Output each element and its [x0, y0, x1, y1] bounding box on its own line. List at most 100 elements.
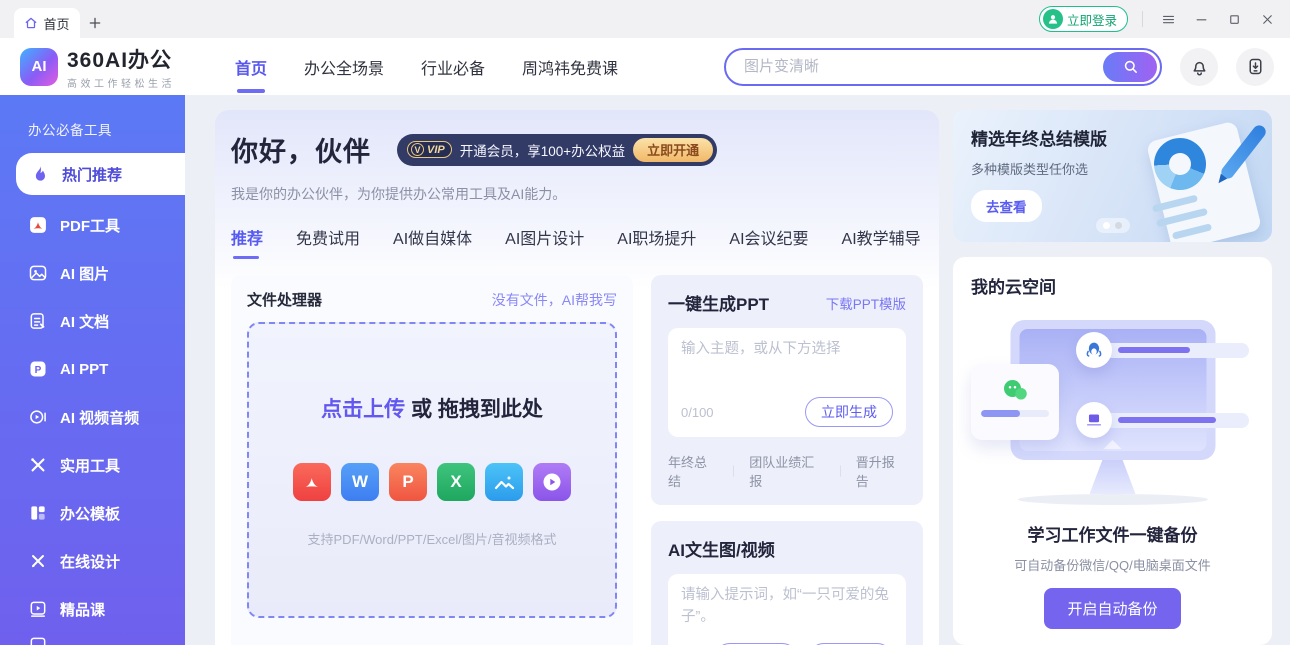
generator-column: 一键生成PPT 下载PPT模版 0/100 立即生成	[651, 275, 923, 645]
backup-progress-bar	[1104, 413, 1249, 428]
upload-dropzone[interactable]: 点击上传或 拖拽到此处 W P X	[247, 322, 617, 618]
notifications-button[interactable]	[1180, 48, 1218, 86]
nav-item-free-course[interactable]: 周鸿祎免费课	[522, 49, 618, 85]
carousel-dot-active[interactable]	[1103, 222, 1110, 229]
flame-icon	[30, 164, 50, 184]
svg-text:P: P	[35, 365, 42, 376]
carousel-dot[interactable]	[1115, 222, 1122, 229]
wechat-icon	[998, 376, 1032, 402]
login-button[interactable]: 立即登录	[1039, 6, 1128, 32]
new-tab-button[interactable]	[80, 8, 110, 38]
sidebar-item-premium-course[interactable]: 精品课	[0, 585, 185, 633]
download-ppt-template-link[interactable]: 下载PPT模版	[826, 293, 906, 313]
sidebar-item-label: AI PPT	[60, 361, 108, 378]
promo-view-button[interactable]: 去查看	[971, 190, 1042, 222]
tag-separator: ｜	[728, 463, 739, 479]
vip-badge-label: VIP	[427, 144, 445, 156]
office-template-icon	[28, 503, 48, 523]
category-tabs: 推荐 免费试用 AI做自媒体 AI图片设计 AI职场提升 AI会议纪要 AI教学…	[231, 225, 923, 259]
sidebar-item-partial[interactable]	[0, 635, 185, 645]
sidebar-item-label: AI 视频音频	[60, 407, 139, 428]
header: AI 360AI办公 高效工作轻松生活 首页 办公全场景 行业必备 周鸿祎免费课	[0, 38, 1290, 95]
sidebar-item-label: 实用工具	[60, 455, 120, 476]
ppt-topic-input[interactable]	[681, 339, 893, 391]
close-button[interactable]	[1256, 8, 1278, 30]
cloud-space-card: 我的云空间	[953, 257, 1272, 645]
download-client-button[interactable]	[1236, 48, 1274, 86]
upload-click-text[interactable]: 点击上传	[321, 398, 405, 421]
search-icon	[1122, 58, 1139, 75]
right-column: 精选年终总结模版 多种模版类型任你选 去查看	[953, 110, 1272, 645]
vip-open-button[interactable]: 立即开通	[633, 138, 713, 162]
nav-item-industry[interactable]: 行业必备	[421, 49, 485, 85]
home-tab[interactable]: 首页	[14, 8, 80, 38]
qq-icon	[1076, 332, 1112, 368]
search-button[interactable]	[1103, 52, 1157, 82]
minimize-icon	[1194, 12, 1209, 27]
upload-text: 点击上传或 拖拽到此处	[321, 393, 543, 423]
ppt-tag[interactable]: 晋升报告	[856, 452, 906, 490]
search-bar	[724, 48, 1162, 86]
sidebar-item-ai-video-audio[interactable]: AI 视频音频	[0, 393, 185, 441]
sidebar-item-hot[interactable]: 热门推荐	[16, 153, 185, 195]
premium-course-icon	[28, 599, 48, 619]
search-input[interactable]	[726, 58, 1103, 75]
vip-badge: V VIP	[407, 141, 452, 158]
word-file-icon: W	[341, 463, 379, 501]
generate-ppt-button[interactable]: 立即生成	[805, 397, 893, 427]
tab-self-media[interactable]: AI做自媒体	[393, 225, 472, 259]
vip-banner[interactable]: V VIP 开通会员，享100+办公权益 立即开通	[397, 134, 717, 166]
ai-write-link[interactable]: 没有文件，AI帮我写	[492, 290, 617, 310]
year-summary-promo-card: 精选年终总结模版 多种模版类型任你选 去查看	[953, 110, 1272, 242]
upload-hint: 支持PDF/Word/PPT/Excel/图片/音视频格式	[308, 529, 557, 548]
bell-icon	[1189, 56, 1210, 77]
sidebar-item-utility-tools[interactable]: 实用工具	[0, 441, 185, 489]
tab-meeting-notes[interactable]: AI会议纪要	[729, 225, 808, 259]
download-icon	[1245, 56, 1266, 77]
video-file-icon	[533, 463, 571, 501]
ppt-tag[interactable]: 年终总结	[668, 452, 718, 490]
pdf-icon	[28, 215, 48, 235]
nav-item-all-scenarios[interactable]: 办公全场景	[304, 49, 384, 85]
home-tab-label: 首页	[43, 14, 69, 33]
sidebar-item-office-template[interactable]: 办公模板	[0, 489, 185, 537]
greeting-subtitle: 我是你的办公伙伴，为你提供办公常用工具及AI能力。	[231, 184, 923, 204]
utility-tools-icon	[28, 455, 48, 475]
ppt-tag[interactable]: 团队业绩汇报	[749, 452, 824, 490]
logo-ai-text: AI	[32, 58, 47, 75]
carousel-dots[interactable]	[1096, 218, 1130, 233]
titlebar-divider	[1142, 11, 1143, 27]
sidebar-item-label: 办公模板	[60, 503, 120, 524]
sidebar-item-label: PDF工具	[60, 215, 120, 236]
sidebar-item-label: AI 图片	[60, 263, 109, 284]
menu-button[interactable]	[1157, 8, 1179, 30]
sidebar-item-pdf[interactable]: PDF工具	[0, 201, 185, 249]
maximize-button[interactable]	[1223, 8, 1245, 30]
ppt-file-icon: P	[389, 463, 427, 501]
user-avatar-icon	[1043, 9, 1063, 29]
template-illustration	[1138, 124, 1258, 234]
tag-separator: ｜	[835, 463, 846, 479]
maximize-icon	[1227, 12, 1242, 27]
sidebar-item-ai-image[interactable]: AI 图片	[0, 249, 185, 297]
enable-auto-backup-button[interactable]: 开启自动备份	[1044, 588, 1180, 629]
brand-name: 360AI办公	[67, 44, 175, 74]
tab-free-trial[interactable]: 免费试用	[296, 225, 360, 259]
login-label: 立即登录	[1067, 10, 1117, 29]
tab-career[interactable]: AI职场提升	[617, 225, 696, 259]
tab-image-design[interactable]: AI图片设计	[505, 225, 584, 259]
tab-recommend[interactable]: 推荐	[231, 225, 263, 259]
sidebar: 办公必备工具 热门推荐 PDF工具 AI 图片 AI 文档 P AI PPT	[0, 95, 185, 645]
t2i-prompt-input[interactable]	[681, 585, 893, 637]
sidebar-item-online-design[interactable]: 在线设计	[0, 537, 185, 585]
minimize-button[interactable]	[1190, 8, 1212, 30]
online-design-icon	[28, 551, 48, 571]
sidebar-item-ai-doc[interactable]: AI 文档	[0, 297, 185, 345]
main-nav: 首页 办公全场景 行业必备 周鸿祎免费课	[235, 49, 618, 85]
sidebar-item-label: 热门推荐	[62, 164, 122, 185]
sidebar-item-ai-ppt[interactable]: P AI PPT	[0, 345, 185, 393]
nav-item-home[interactable]: 首页	[235, 49, 267, 85]
tab-teaching[interactable]: AI教学辅导	[842, 225, 921, 259]
sidebar-item-label: AI 文档	[60, 311, 109, 332]
upload-drag-text: 或 拖拽到此处	[411, 398, 543, 421]
